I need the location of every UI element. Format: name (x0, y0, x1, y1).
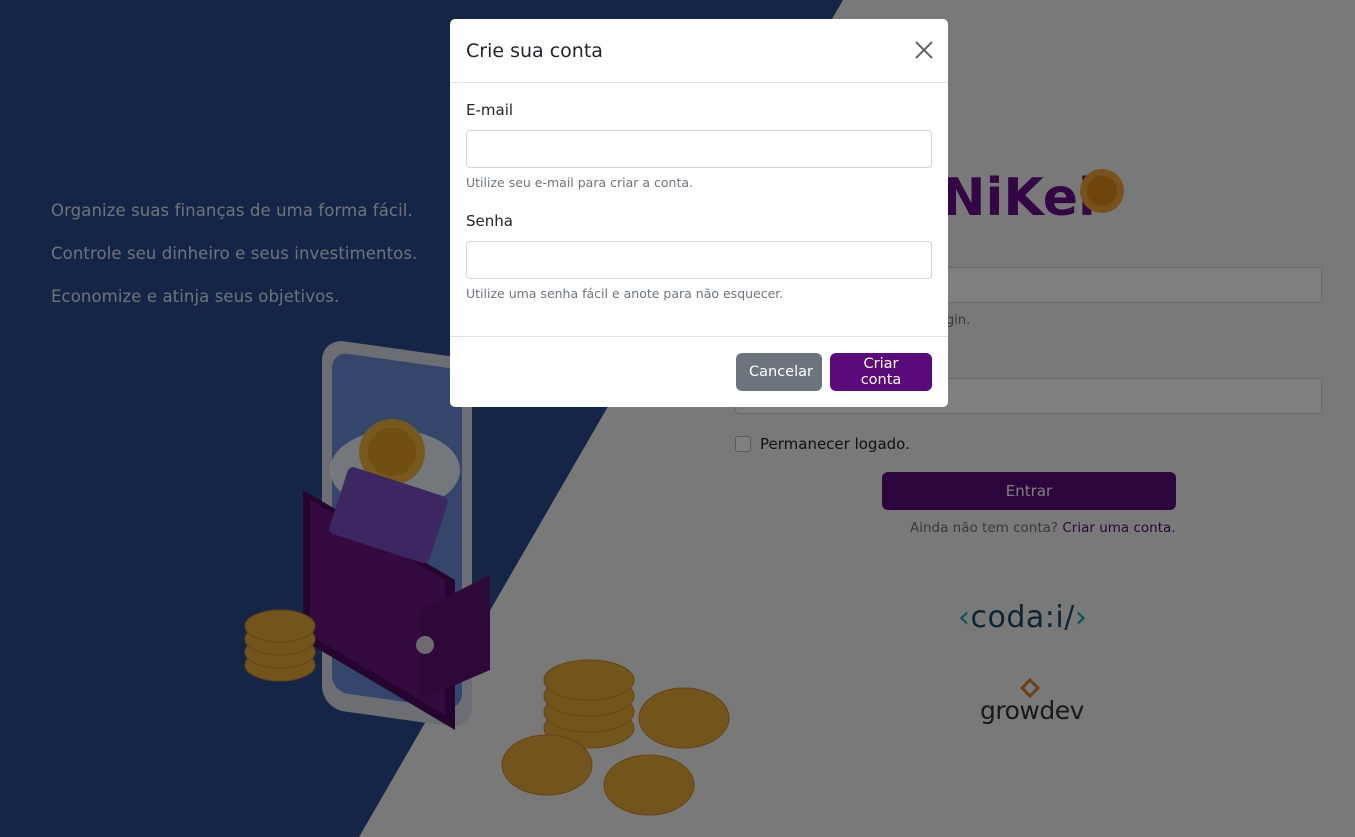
create-account-modal: Crie sua conta E-mail Utilize seu e-mail… (450, 19, 948, 407)
email-hint: Utilize seu e-mail para criar a conta. (466, 175, 693, 190)
password-input[interactable] (466, 241, 932, 279)
modal-title: Crie sua conta (466, 40, 603, 62)
email-label: E-mail (466, 101, 514, 119)
create-account-button[interactable]: Criar conta (830, 353, 932, 391)
password-hint: Utilize uma senha fácil e anote para não… (466, 286, 784, 301)
close-icon[interactable] (914, 40, 934, 60)
modal-footer: Cancelar Criar conta (450, 336, 948, 407)
email-input[interactable] (466, 130, 932, 168)
password-label: Senha (466, 212, 513, 230)
modal-header: Crie sua conta (450, 19, 948, 83)
cancel-button[interactable]: Cancelar (736, 353, 822, 391)
